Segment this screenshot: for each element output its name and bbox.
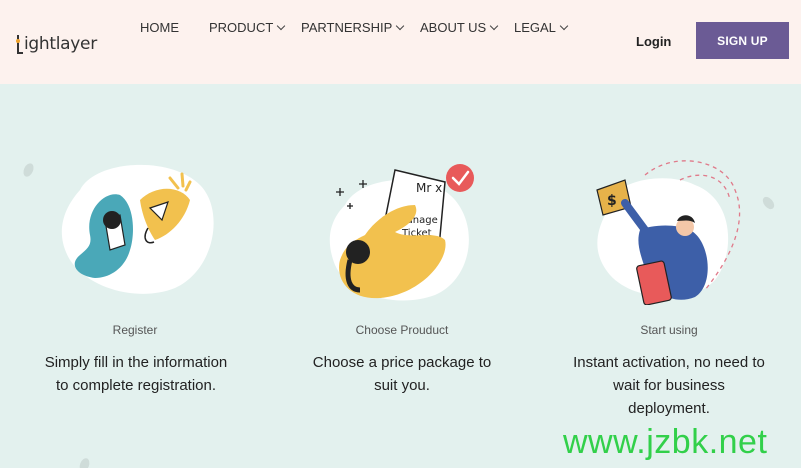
description-line: Simply fill in the information [44,354,228,371]
nav-label: LEGAL [514,20,556,35]
ticket-name: Mr x [416,181,442,195]
description-line: Instant activation, no need to [573,354,765,371]
chevron-down-icon [559,21,569,30]
logo-text: ightlayer [24,34,97,54]
nav-label: HOME [140,20,179,35]
step-description-register: Simply fill in the information to comple… [16,351,256,397]
site-header: ightlayer HOME PRODUCT PARTNERSHIP ABOUT… [0,0,801,84]
logo-mark-icon [16,35,23,54]
chevron-down-icon [277,21,286,30]
register-illustration [61,164,214,294]
nav-label: PRODUCT [209,20,274,35]
chevron-down-icon [489,21,499,30]
nav-label: ABOUT US [420,20,487,35]
logo[interactable]: ightlayer [16,28,97,54]
leaf-decoration [77,456,92,468]
description-line: Choose a price package to [312,354,492,371]
step-label-register: Register [112,323,158,337]
chevron-down-icon [396,21,405,30]
svg-text:$: $ [607,193,617,209]
leaf-decoration [21,161,36,179]
description-line: suit you. [374,377,430,394]
nav-item-legal[interactable]: LEGAL [514,20,569,35]
description-line: deployment. [628,400,710,417]
choose-product-illustration: Mr x Manage Ticket [329,164,474,301]
start-using-illustration: $ [596,160,741,305]
step-label-start-using: Start using [640,323,698,337]
nav-item-partnership[interactable]: PARTNERSHIP [301,20,405,35]
step-description-start-using: Instant activation, no need to wait for … [549,351,789,420]
nav-item-about-us[interactable]: ABOUT US [420,20,499,35]
nav-label: PARTNERSHIP [301,20,393,35]
login-link[interactable]: Login [636,34,671,49]
watermark: www.jzbk.net [563,423,768,461]
signup-button[interactable]: SIGN UP [696,22,789,59]
nav-item-home[interactable]: HOME [140,20,179,35]
nav-item-product[interactable]: PRODUCT [209,20,286,35]
step-description-choose-product: Choose a price package to suit you. [282,351,522,397]
description-line: to complete registration. [55,377,217,394]
description-line: wait for business [613,377,725,394]
step-label-choose-product: Choose Prouduct [355,323,449,337]
leaf-decoration [760,194,777,212]
